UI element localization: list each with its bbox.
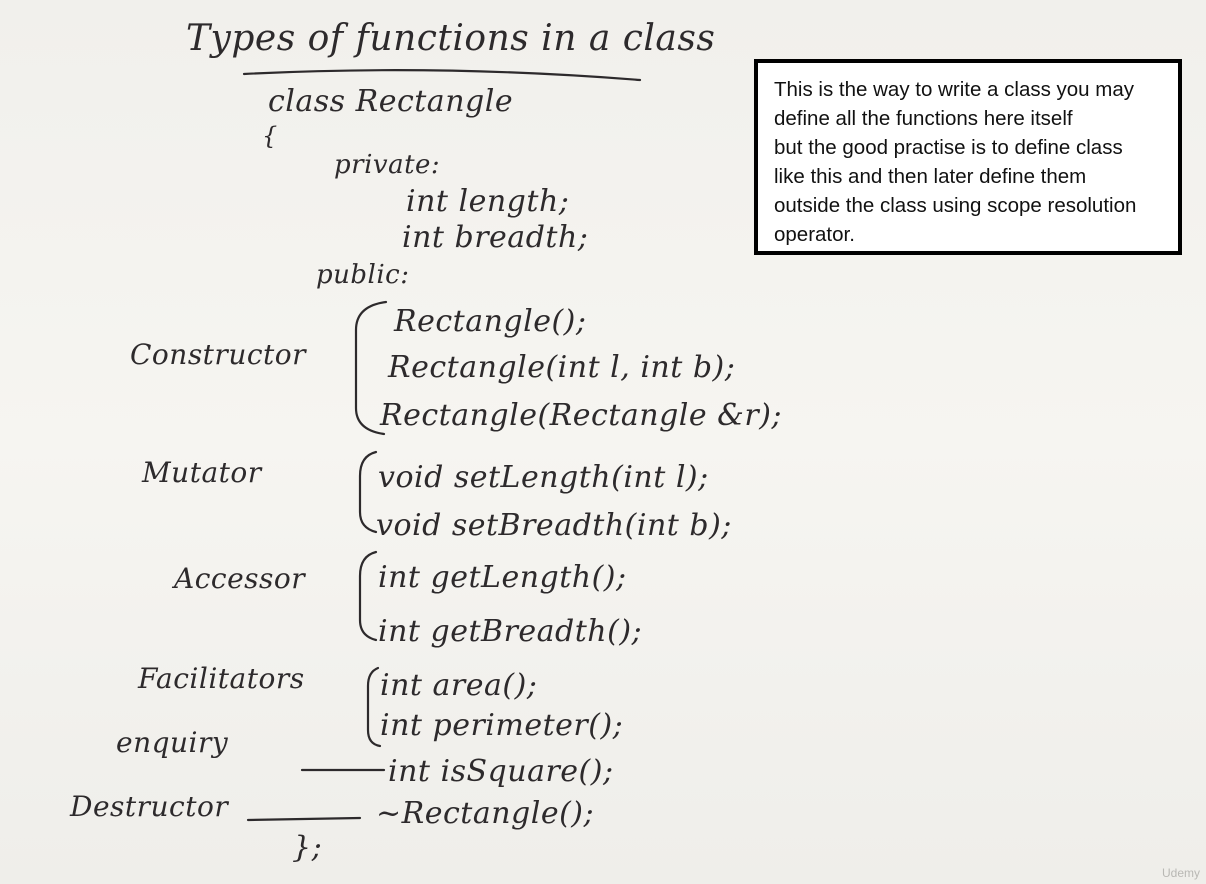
constructor-bracket <box>354 300 388 436</box>
mutator-bracket <box>358 450 378 534</box>
whiteboard: Types of functions in a class class Rect… <box>0 0 1206 884</box>
udemy-watermark: Udemy <box>1161 866 1200 880</box>
destructor-connector <box>246 816 362 822</box>
accessor-bracket <box>358 550 378 642</box>
facilitator-bracket <box>366 666 382 748</box>
title-underline <box>242 69 642 82</box>
annotation-note: This is the way to write a class you may… <box>754 59 1182 255</box>
annotation-text: This is the way to write a class you may… <box>774 78 1137 246</box>
